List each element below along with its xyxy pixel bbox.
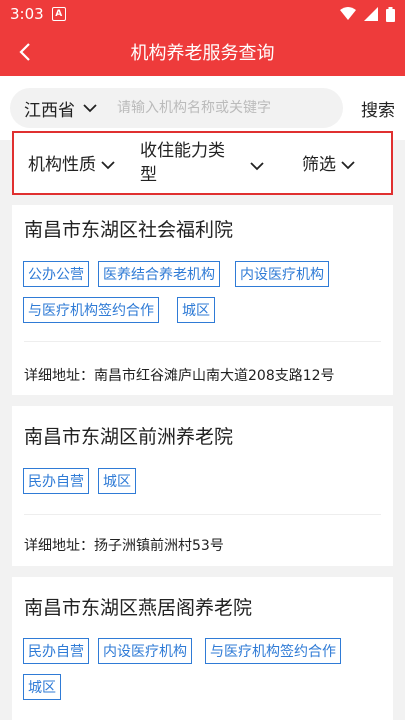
institution-address: 详细地址：南昌市红谷滩庐山南大道208支路12号 (24, 365, 335, 385)
address-value: 扬子洲镇前洲村53号 (94, 538, 224, 554)
filter-capacity-label-line2: 型 (140, 165, 157, 185)
filter-bar: 机构性质 收住能力类 型 筛选 (12, 131, 393, 195)
filter-nature-label: 机构性质 (28, 155, 96, 175)
status-time: 3:03 (10, 5, 44, 23)
back-arrow-icon[interactable] (14, 40, 38, 64)
institution-tag: 城区 (177, 297, 215, 323)
province-label: 江西省 (24, 100, 75, 121)
page-title: 机构养老服务查询 (130, 43, 275, 64)
institution-tag: 民办自营 (23, 468, 89, 494)
search-box: 江西省 (10, 88, 343, 128)
institution-tag: 城区 (98, 468, 136, 494)
divider (24, 341, 381, 342)
chevron-down-icon (250, 162, 264, 171)
institution-name: 南昌市东湖区前洲养老院 (24, 426, 234, 448)
institution-tag: 与医疗机构签约合作 (23, 297, 159, 323)
wifi-icon (340, 7, 356, 20)
institution-card[interactable]: 南昌市东湖区燕居阁养老院 民办自营 内设医疗机构 与医疗机构签约合作 城区 (12, 577, 393, 720)
institution-tag: 内设医疗机构 (235, 261, 329, 287)
status-bar: 3:03 A (0, 0, 405, 28)
chevron-down-icon (101, 161, 116, 170)
institution-tag: 城区 (23, 674, 61, 700)
institution-card[interactable]: 南昌市东湖区社会福利院 公办公营 医养结合养老机构 内设医疗机构 与医疗机构签约… (12, 205, 393, 395)
institution-tag: 与医疗机构签约合作 (205, 638, 341, 664)
filter-screen-label: 筛选 (302, 155, 336, 175)
battery-icon (386, 6, 395, 22)
filter-nature-dropdown[interactable]: 机构性质 (28, 153, 116, 177)
app-bar: 机构养老服务查询 (0, 28, 405, 76)
institution-name: 南昌市东湖区社会福利院 (24, 219, 234, 241)
filter-capacity-label-line1: 收住能力类 (140, 141, 225, 161)
filter-capacity-dropdown[interactable]: 收住能力类 型 (140, 139, 230, 187)
notification-icon: A (51, 7, 66, 21)
address-label: 详细地址： (24, 368, 94, 384)
institution-tag: 民办自营 (23, 638, 89, 664)
institution-card[interactable]: 南昌市东湖区前洲养老院 民办自营 城区 详细地址：扬子洲镇前洲村53号 (12, 406, 393, 566)
institution-tag: 公办公营 (23, 261, 89, 287)
address-label: 详细地址： (24, 538, 94, 554)
cellular-signal-icon (364, 7, 378, 21)
chevron-down-icon (83, 104, 97, 113)
province-selector[interactable]: 江西省 (24, 96, 97, 121)
address-value: 南昌市红谷滩庐山南大道208支路12号 (94, 368, 335, 384)
institution-address: 详细地址：扬子洲镇前洲村53号 (24, 535, 224, 555)
institution-tag: 内设医疗机构 (98, 638, 192, 664)
search-button[interactable]: 搜索 (361, 96, 395, 121)
search-input[interactable] (115, 99, 309, 117)
chevron-down-icon (341, 161, 356, 170)
institution-name: 南昌市东湖区燕居阁养老院 (24, 597, 253, 619)
divider (24, 514, 381, 515)
institution-tag: 医养结合养老机构 (98, 261, 220, 287)
filter-screen-dropdown[interactable]: 筛选 (302, 153, 356, 177)
